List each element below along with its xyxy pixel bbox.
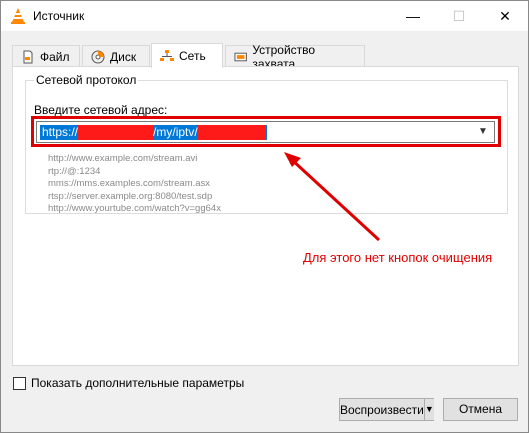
tab-network[interactable]: Сеть (151, 43, 223, 68)
disc-icon (91, 50, 105, 63)
example-url: mms://mms.examples.com/stream.asx (48, 178, 211, 189)
play-dropdown-arrow-icon[interactable]: ▼ (423, 399, 434, 420)
network-panel: Сетевой протокол Введите сетевой адрес: … (12, 66, 519, 366)
network-protocol-group: Сетевой протокол Введите сетевой адрес: … (25, 73, 508, 216)
file-icon (23, 50, 33, 63)
title-bar: Источник — ☐ ✕ (1, 1, 528, 31)
address-examples: http://www.example.com/stream.avi rtp://… (48, 153, 221, 216)
show-more-label: Показать дополнительные параметры (31, 376, 245, 390)
play-button[interactable]: Воспроизвести ▼ (339, 398, 434, 421)
open-media-dialog: Источник — ☐ ✕ Файл Диск Сеть Устройство… (0, 0, 529, 433)
tab-disc[interactable]: Диск (82, 45, 150, 67)
tab-disc-label: Диск (110, 49, 137, 64)
annotation-text: Для этого нет кнопок очищения (303, 250, 493, 265)
show-more-options[interactable]: Показать дополнительные параметры (13, 376, 244, 390)
group-title: Сетевой протокол (34, 73, 139, 87)
minimize-button[interactable]: — (390, 1, 436, 31)
example-url: rtsp://server.example.org:8080/test.sdp (48, 190, 213, 202)
show-more-checkbox[interactable] (13, 376, 26, 390)
example-url: rtp://@:1234 (48, 165, 101, 177)
vlc-cone-icon (11, 8, 25, 24)
example-url: http://www.yourtube.com/watch?v=gg64x (48, 203, 221, 214)
cancel-button[interactable]: Отмена (443, 398, 518, 421)
network-icon (160, 50, 174, 61)
close-button[interactable]: ✕ (482, 1, 528, 31)
example-url: http://www.example.com/stream.avi (48, 153, 198, 164)
tab-file[interactable]: Файл (12, 45, 80, 67)
play-button-label: Воспроизвести (340, 402, 424, 417)
tab-file-label: Файл (40, 49, 70, 64)
tab-network-label: Сеть (179, 49, 206, 63)
tab-capture-device[interactable]: Устройство захвата (225, 43, 365, 71)
address-label: Введите сетевой адрес: (34, 103, 168, 117)
annotation-highlight-box (31, 116, 501, 147)
window-title: Источник (33, 9, 85, 23)
maximize-button[interactable]: ☐ (436, 1, 482, 31)
capture-device-icon (234, 52, 247, 61)
